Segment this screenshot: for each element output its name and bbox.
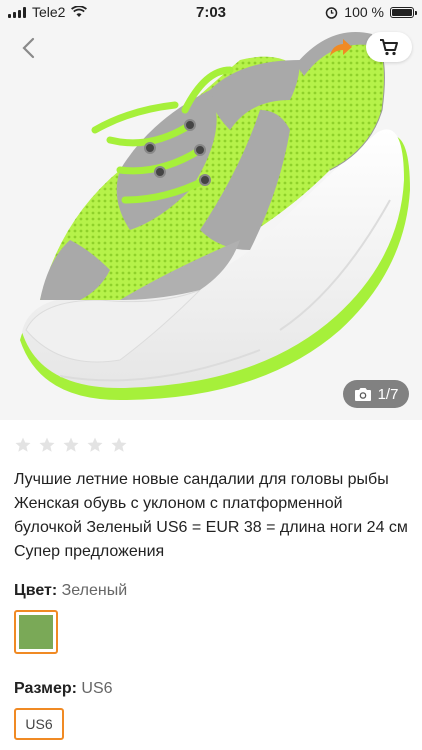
share-button[interactable]: [326, 34, 356, 62]
color-value: Зеленый: [61, 582, 128, 599]
color-label: Цвет: Зеленый: [14, 582, 127, 600]
photo-counter-text: 1/7: [377, 385, 399, 403]
size-label-text: Размер:: [14, 680, 77, 697]
star-icon: [39, 437, 55, 452]
cart-icon: [380, 39, 398, 56]
back-button[interactable]: [14, 34, 42, 62]
share-arrow-icon: [330, 39, 352, 56]
product-image[interactable]: [0, 0, 422, 420]
color-label-text: Цвет:: [14, 582, 58, 599]
camera-icon: [354, 387, 371, 401]
cart-button[interactable]: [366, 32, 412, 62]
star-icon: [15, 437, 31, 452]
battery-fill: [392, 8, 412, 16]
size-value: US6: [81, 680, 113, 697]
star-icon: [111, 437, 127, 452]
status-right: 100 %: [325, 4, 417, 20]
status-bar: Tele2 7:03 100 %: [0, 0, 422, 24]
alarm-icon: [326, 6, 338, 19]
product-title: Лучшие летние новые сандалии для головы …: [14, 471, 408, 560]
size-option-us6[interactable]: US6: [14, 708, 64, 740]
battery-icon: [390, 6, 417, 18]
carrier-name: Tele2: [32, 4, 66, 20]
size-label: Размер: US6: [14, 680, 113, 698]
wifi-icon: [71, 6, 88, 17]
color-swatch-fill: [19, 615, 53, 649]
battery-percent: 100 %: [344, 4, 384, 20]
photo-counter[interactable]: 1/7: [343, 380, 409, 408]
star-icon: [87, 437, 103, 452]
star-icon: [63, 437, 79, 452]
color-swatch-green[interactable]: [14, 610, 58, 654]
status-left: Tele2: [8, 4, 88, 20]
shoe-illustration: [0, 0, 422, 420]
rating-stars: [14, 436, 128, 454]
chevron-left-icon: [22, 37, 35, 59]
signal-icon: [8, 6, 26, 18]
